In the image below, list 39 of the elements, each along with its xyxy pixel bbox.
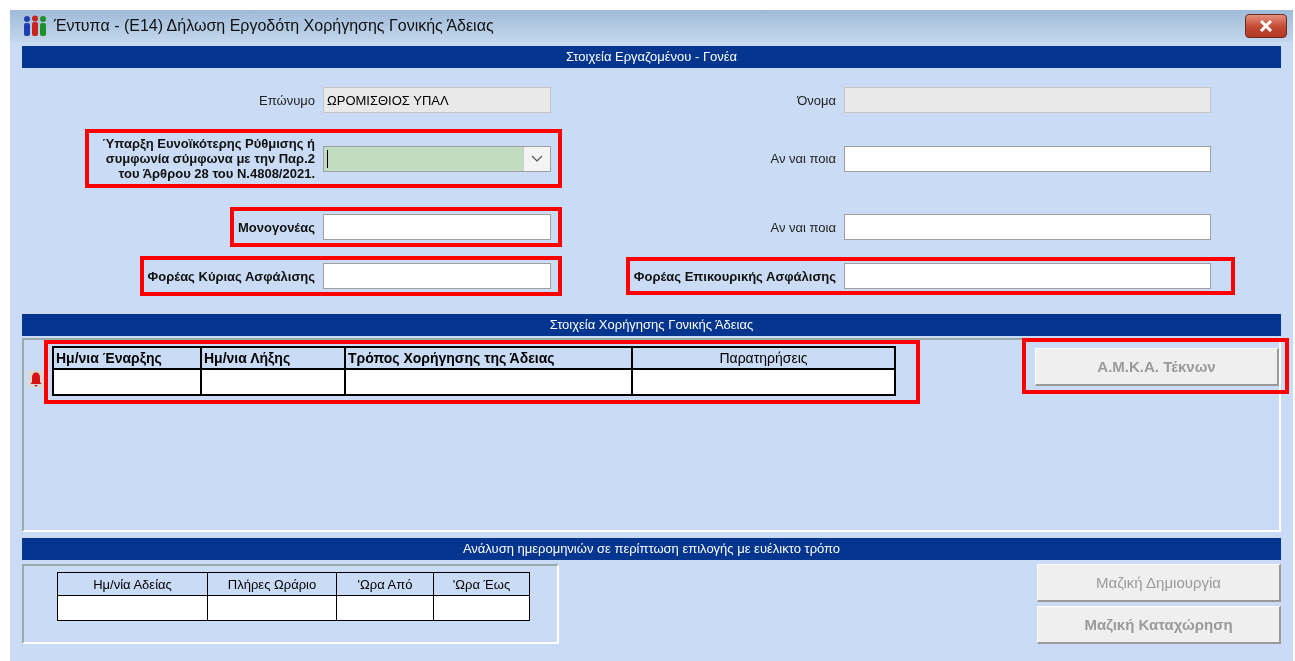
table-cell[interactable] <box>345 369 632 395</box>
window-title: Έντυπα - (Ε14) Δήλωση Εργοδότη Χορήγησης Γονικής Άδειας <box>54 17 495 35</box>
table-cell[interactable] <box>207 595 337 621</box>
table-cell[interactable] <box>53 369 201 395</box>
table-cell[interactable] <box>433 595 530 621</box>
dropdown-field[interactable] <box>323 145 551 172</box>
section-header: Στοιχεία Εργαζομένου - Γονέα <box>22 46 1281 68</box>
section-header: Ανάλυση ημερομηνιών σε περίπτωση επιλογής με ευέλικτο τρόπο <box>22 538 1281 560</box>
column-header: Πλήρες Ωράριο <box>207 572 337 596</box>
field-label: Επώνυμο <box>259 92 315 108</box>
field-label: Φορέας Κύριας Ασφάλισης <box>147 268 315 284</box>
close-icon <box>1259 20 1273 32</box>
field-label: Φορέας Επικουρικής Ασφάλισης <box>633 268 836 284</box>
close-button[interactable] <box>1245 14 1287 38</box>
table-cell[interactable] <box>336 595 434 621</box>
bell-icon <box>30 371 42 387</box>
table-cell[interactable] <box>57 595 208 621</box>
column-header: Ημ/νία Αδείας <box>57 572 208 596</box>
chevron-down-icon <box>531 155 543 162</box>
text-field[interactable] <box>844 263 1211 289</box>
column-header: Παρατηρήσεις <box>632 347 895 369</box>
section-header: Στοιχεία Χορήγησης Γονικής Άδειας <box>22 314 1281 336</box>
column-header: Ημ/νια Έναρξης <box>53 347 201 369</box>
column-header: Τρόπος Χορήγησης της Άδειας <box>345 347 632 369</box>
text-field[interactable] <box>323 214 551 240</box>
column-header: 'Ωρα Έως <box>433 572 530 596</box>
text-field[interactable] <box>323 263 551 289</box>
field-label: Αν ναι ποια <box>770 151 836 166</box>
text-field[interactable] <box>844 214 1211 240</box>
text-field[interactable] <box>844 145 1211 172</box>
field-label: Μονογονέας <box>238 219 315 235</box>
field-label: Ύπαρξη Ευνοϊκότερης Ρύθμισης ή συμφωνία σύμφωνα με την Παρ.2 του Άρθρου 28 του Ν.4808/2021. <box>101 136 315 181</box>
table-cell[interactable] <box>201 369 345 395</box>
table-cell[interactable] <box>632 369 895 395</box>
people-icon <box>22 15 48 37</box>
column-header: Ημ/νια Λήξης <box>201 347 345 369</box>
field-label: Αν ναι ποια <box>770 219 836 235</box>
column-header: 'Ωρα Από <box>336 572 434 596</box>
field-label: Όνομα <box>797 92 836 108</box>
